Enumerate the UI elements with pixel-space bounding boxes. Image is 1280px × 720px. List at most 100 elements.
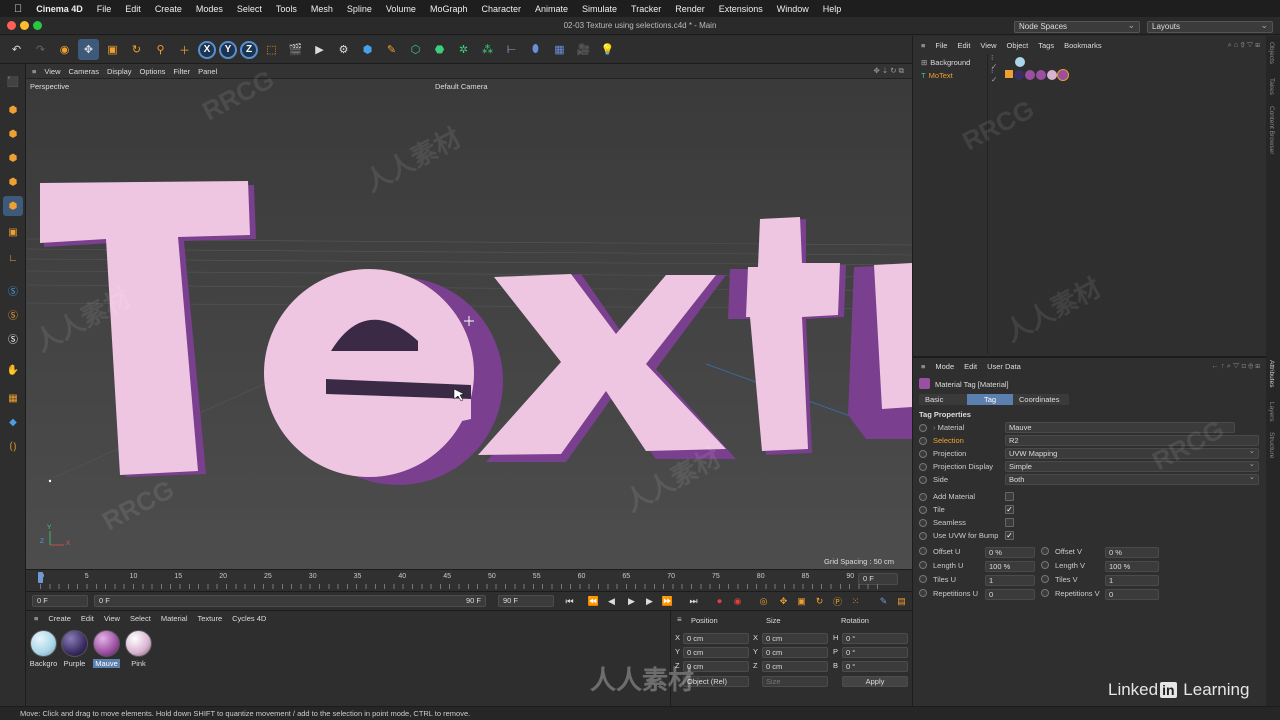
move-tool-icon[interactable]: ✥ — [78, 39, 99, 60]
python-icon[interactable]: ⟮⟯ — [3, 436, 23, 456]
make-editable-icon[interactable]: ⬛ — [3, 72, 23, 92]
material-pink[interactable]: Pink — [124, 630, 153, 670]
pos-x-field[interactable]: 0 cm — [683, 633, 749, 644]
hamburger-icon[interactable]: ≡ — [32, 67, 36, 76]
param-dot-icon[interactable] — [919, 547, 927, 555]
material-mauve[interactable]: Mauve — [92, 630, 121, 670]
offset-field[interactable]: 0 % — [1105, 547, 1159, 558]
menu-render[interactable]: Render — [675, 4, 705, 14]
size-z-field[interactable]: 0 cm — [762, 661, 828, 672]
seamless-checkbox[interactable] — [1005, 518, 1014, 527]
tab-content-browser-vertical[interactable]: Content Browser — [1268, 106, 1275, 154]
offset-field[interactable]: 1 — [1105, 575, 1159, 586]
floor-icon[interactable]: ▦ — [549, 39, 570, 60]
record-icon[interactable]: ⏺ — [712, 594, 727, 609]
attr-menu-edit[interactable]: Edit — [964, 362, 977, 371]
attr-menu-userdata[interactable]: User Data — [987, 362, 1021, 371]
size-x-field[interactable]: 0 cm — [762, 633, 828, 644]
param-dot-icon[interactable] — [1041, 589, 1049, 597]
play-icon[interactable]: ▶ — [624, 594, 639, 609]
next-key-icon[interactable]: ⏩ — [660, 594, 675, 609]
bend-deformer-icon[interactable]: ⊢ — [501, 39, 522, 60]
extrude-generator-icon[interactable]: ⬣ — [429, 39, 450, 60]
menu-file[interactable]: File — [97, 4, 112, 14]
viewport-nav-icon[interactable]: ✥ ⇣ ↻ ⧉ — [874, 66, 904, 76]
redo-icon[interactable]: ↷ — [30, 39, 51, 60]
polygons-mode-icon[interactable]: ⬢ — [3, 196, 23, 216]
edges-mode-icon[interactable]: ⬢ — [3, 172, 23, 192]
key-position-icon[interactable]: ✥ — [776, 594, 791, 609]
tab-attributes-vertical[interactable]: Attributes — [1268, 360, 1275, 387]
camera-icon[interactable]: 🎥 — [573, 39, 594, 60]
rotate-tool-icon[interactable]: ↻ — [126, 39, 147, 60]
prev-frame-icon[interactable]: ◀ — [604, 594, 619, 609]
scale-tool-icon[interactable]: ▣ — [102, 39, 123, 60]
projection-display-dropdown[interactable]: Simple — [1005, 459, 1259, 472]
hamburger-icon[interactable]: ≡ — [677, 615, 682, 624]
pos-y-field[interactable]: 0 cm — [683, 647, 749, 658]
points-mode-icon[interactable]: ⬢ — [3, 148, 23, 168]
autokey-icon[interactable]: ◉ — [730, 594, 745, 609]
enable-axis-icon[interactable]: ▣ — [3, 222, 23, 242]
vp-menu-view[interactable]: View — [44, 67, 60, 76]
tab-layers-vertical[interactable]: Layers — [1268, 402, 1275, 422]
menu-extensions[interactable]: Extensions — [719, 4, 763, 14]
attr-nav-icon[interactable]: ← ↑ ⌕ ▽ ⊡ ⊕ ⊞ — [1211, 361, 1260, 371]
material-tag-icon[interactable] — [1015, 57, 1025, 67]
mat-menu-texture[interactable]: Texture — [198, 614, 223, 623]
render-view-icon[interactable]: ▶ — [309, 39, 330, 60]
keyframe-selection-icon[interactable]: ◎ — [756, 594, 771, 609]
recent-tools-icon[interactable]: ⚲ — [150, 39, 171, 60]
obj-menu-edit[interactable]: Edit — [957, 41, 970, 50]
rot-h-field[interactable]: 0 ° — [842, 633, 908, 644]
material-background[interactable]: Backgro — [29, 630, 58, 670]
menu-select[interactable]: Select — [237, 4, 262, 14]
hamburger-icon[interactable]: ≡ — [921, 41, 925, 50]
mat-menu-create[interactable]: Create — [48, 614, 71, 623]
offset-field[interactable]: 0 % — [985, 547, 1035, 558]
goto-start-icon[interactable]: ⏮ — [562, 594, 577, 609]
timeline-window-icon[interactable]: ✎ — [876, 594, 891, 609]
texture-mode-icon[interactable]: ⬢ — [3, 124, 23, 144]
menu-create[interactable]: Create — [155, 4, 182, 14]
layouts-dropdown[interactable]: Layouts — [1147, 20, 1273, 33]
mat-menu-cycles[interactable]: Cycles 4D — [232, 614, 266, 623]
prop-seamless[interactable]: Seamless — [917, 517, 1261, 529]
prop-projection-display[interactable]: Projection Display Simple — [917, 459, 1261, 473]
mauve-tag-icon[interactable] — [1036, 70, 1046, 80]
param-dot-icon[interactable] — [919, 561, 927, 569]
param-dot-icon[interactable] — [919, 575, 927, 583]
key-rotation-icon[interactable]: ↻ — [812, 594, 827, 609]
render-region-icon[interactable]: 🎬 — [285, 39, 306, 60]
menu-tracker[interactable]: Tracker — [631, 4, 661, 14]
live-selection-icon[interactable]: ◉ — [54, 39, 75, 60]
tab-structure-vertical[interactable]: Structure — [1268, 432, 1275, 458]
menu-modes[interactable]: Modes — [196, 4, 223, 14]
obj-menu-bookmarks[interactable]: Bookmarks — [1064, 41, 1102, 50]
prop-add-material[interactable]: Add Material — [917, 491, 1261, 503]
playhead[interactable] — [38, 572, 43, 583]
offset-field[interactable]: 1 — [985, 575, 1035, 586]
obj-menu-object[interactable]: Object — [1007, 41, 1029, 50]
vp-menu-cameras[interactable]: Cameras — [69, 67, 99, 76]
obj-menu-file[interactable]: File — [935, 41, 947, 50]
obj-menu-tags[interactable]: Tags — [1038, 41, 1054, 50]
add-material-checkbox[interactable] — [1005, 492, 1014, 501]
node-spaces-dropdown[interactable]: Node Spaces — [1014, 20, 1140, 33]
mauve-tag-selected-icon[interactable] — [1057, 69, 1069, 81]
object-name-background[interactable]: Background — [930, 58, 970, 67]
menu-volume[interactable]: Volume — [386, 4, 416, 14]
cloner-icon[interactable]: ✲ — [453, 39, 474, 60]
y-axis-lock-icon[interactable]: Y — [219, 40, 237, 59]
menu-character[interactable]: Character — [481, 4, 521, 14]
offset-field[interactable]: 100 % — [1105, 561, 1159, 572]
menu-spline[interactable]: Spline — [347, 4, 372, 14]
subdivision-icon[interactable]: ⬡ — [405, 39, 426, 60]
purple-tag-icon[interactable] — [1014, 70, 1024, 80]
param-dot-icon[interactable] — [1041, 547, 1049, 555]
menu-help[interactable]: Help — [823, 4, 842, 14]
mat-menu-edit[interactable]: Edit — [81, 614, 94, 623]
add-object-icon[interactable]: ＋ — [174, 39, 195, 60]
pink-tag-icon[interactable] — [1047, 70, 1057, 80]
menu-tools[interactable]: Tools — [276, 4, 297, 14]
